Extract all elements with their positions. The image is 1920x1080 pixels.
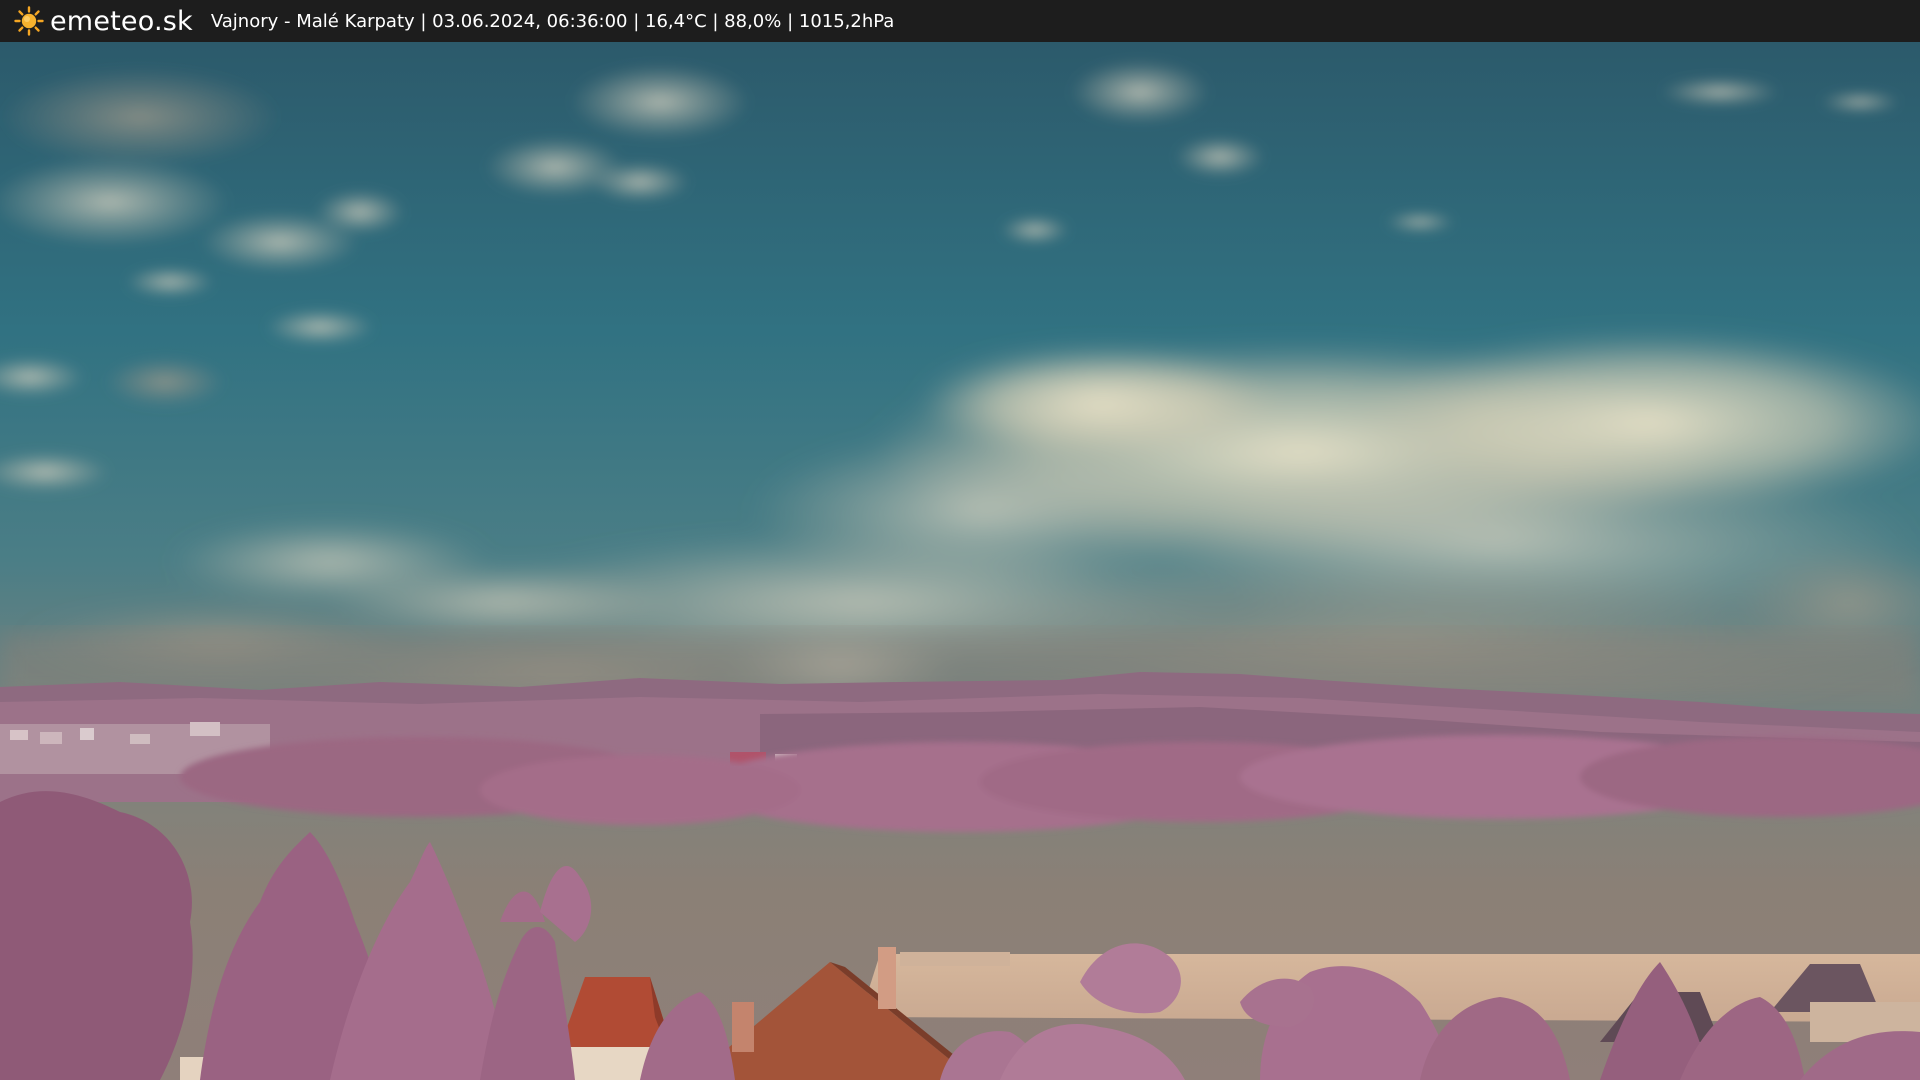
site-name: emeteo.sk bbox=[50, 5, 193, 37]
webcam-image bbox=[0, 42, 1920, 1080]
sun-icon bbox=[14, 6, 44, 36]
site-logo[interactable]: emeteo.sk bbox=[14, 6, 193, 37]
top-bar: emeteo.sk Vajnory - Malé Karpaty | 03.06… bbox=[0, 0, 1920, 42]
webcam-caption: Vajnory - Malé Karpaty | 03.06.2024, 06:… bbox=[210, 10, 895, 32]
